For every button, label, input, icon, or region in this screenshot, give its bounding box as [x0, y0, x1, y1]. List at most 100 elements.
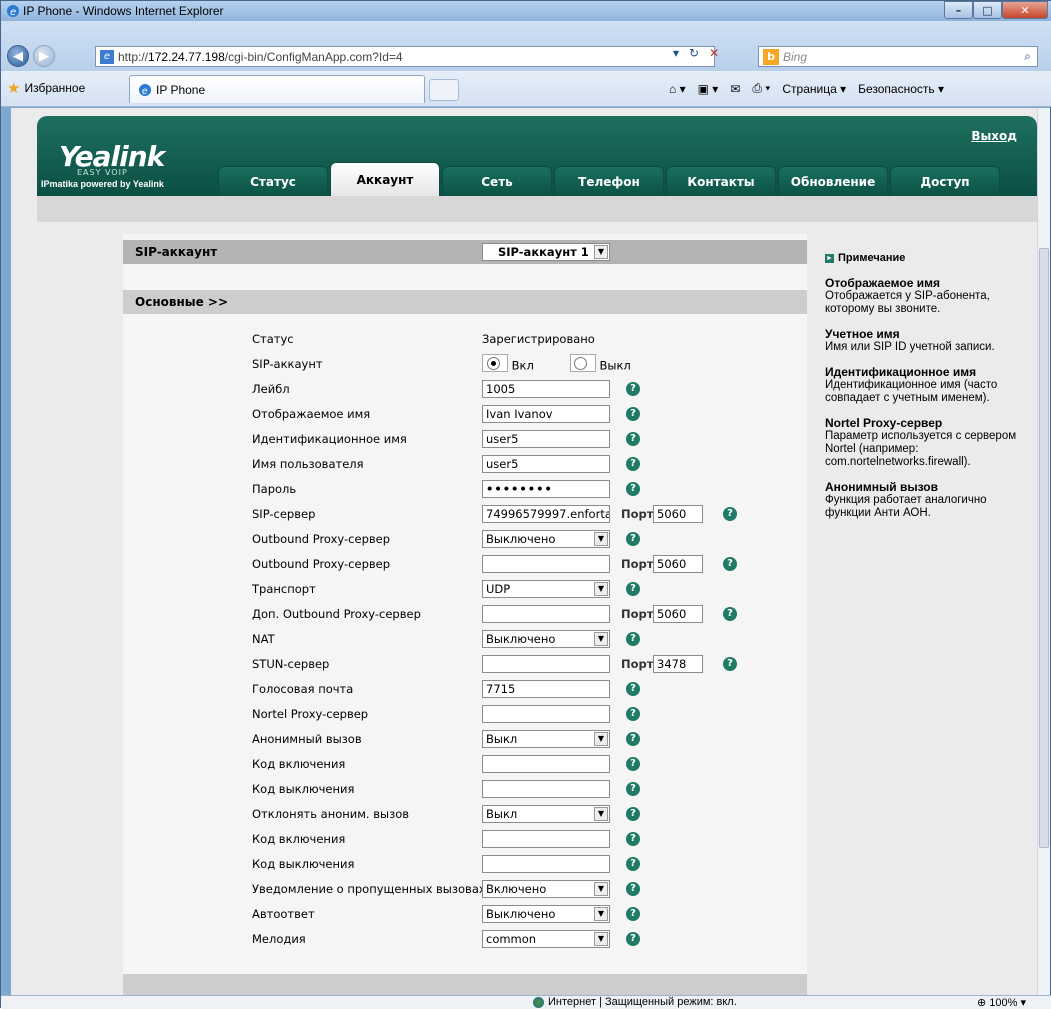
row-nortel: Nortel Proxy-сервер ?: [123, 701, 807, 726]
chevron-down-icon: ▼: [594, 881, 608, 896]
help-icon[interactable]: ?: [626, 381, 640, 396]
help-icon[interactable]: ?: [626, 756, 640, 771]
port-label: Порт: [621, 556, 654, 571]
content-area: SIP-аккаунт SIP-аккаунт 1 ▼ Основные >> …: [37, 222, 1037, 996]
search-box[interactable]: b Bing ⌕: [758, 46, 1038, 67]
security-menu[interactable]: Безопасность ▾: [858, 82, 944, 96]
outbound-enable-select[interactable]: Выключено ▼: [482, 529, 610, 548]
reject-off-code-input[interactable]: [482, 854, 610, 873]
maximize-button[interactable]: □: [973, 1, 1002, 19]
help-icon[interactable]: ?: [723, 506, 737, 521]
label-input[interactable]: 1005: [482, 379, 610, 398]
tab-security[interactable]: Доступ: [890, 166, 1000, 196]
logout-link[interactable]: Выход: [971, 129, 1017, 143]
address-toolbar: ◀ ▶ e http://172.24.77.198/cgi-bin/Confi…: [1, 21, 1051, 71]
username-input[interactable]: user5: [482, 454, 610, 473]
page-menu[interactable]: Страница ▾: [782, 82, 846, 96]
row-auth-name: Идентификационное имя user5 ?: [123, 426, 807, 451]
help-icon[interactable]: ?: [626, 706, 640, 721]
help-icon[interactable]: ?: [723, 656, 737, 671]
browser-tab[interactable]: e IP Phone: [129, 75, 425, 103]
help-icon[interactable]: ?: [626, 856, 640, 871]
mail-icon[interactable]: ✉: [730, 82, 740, 96]
help-icon[interactable]: ?: [626, 806, 640, 821]
tab-contacts[interactable]: Контакты: [666, 166, 776, 196]
anon-off-code-input[interactable]: [482, 779, 610, 798]
main-tabs: Статус Аккаунт Сеть Телефон Контакты Обн…: [218, 162, 1000, 196]
minimize-button[interactable]: –: [944, 1, 973, 19]
tab-phone[interactable]: Телефон: [554, 166, 664, 196]
status-value: Зарегистрировано: [482, 331, 595, 346]
account-select[interactable]: SIP-аккаунт 1 ▼: [482, 243, 610, 261]
help-icon[interactable]: ?: [723, 556, 737, 571]
anon-call-select[interactable]: Выкл ▼: [482, 729, 610, 748]
new-tab-button[interactable]: [429, 79, 459, 101]
help-icon[interactable]: ?: [626, 906, 640, 921]
note-title: Примечание: [838, 252, 906, 264]
help-icon[interactable]: ?: [723, 606, 737, 621]
tab-account[interactable]: Аккаунт: [330, 162, 440, 196]
refresh-icon[interactable]: ↻: [689, 46, 699, 60]
ringtone-select[interactable]: common ▼: [482, 929, 610, 948]
arrow-icon: ►: [825, 254, 834, 263]
radio-on[interactable]: Вкл: [482, 354, 534, 373]
nortel-input[interactable]: [482, 704, 610, 723]
search-icon[interactable]: ⌕: [1024, 49, 1031, 64]
help-icon[interactable]: ?: [626, 631, 640, 646]
outbound-proxy-input[interactable]: [482, 554, 610, 573]
help-icon[interactable]: ?: [626, 881, 640, 896]
print-icon[interactable]: ⎙ ▾: [752, 81, 770, 96]
missed-call-select[interactable]: Включено ▼: [482, 879, 610, 898]
help-icon[interactable]: ?: [626, 831, 640, 846]
field-label: Outbound Proxy-сервер: [252, 531, 391, 546]
tab-status[interactable]: Статус: [218, 166, 328, 196]
zoom-level[interactable]: ⊕ 100% ▾: [977, 996, 1026, 1009]
auth-name-input[interactable]: user5: [482, 429, 610, 448]
help-icon[interactable]: ?: [626, 456, 640, 471]
help-icon[interactable]: ?: [626, 406, 640, 421]
tab-network[interactable]: Сеть: [442, 166, 552, 196]
reject-anon-select[interactable]: Выкл ▼: [482, 804, 610, 823]
address-bar[interactable]: e http://172.24.77.198/cgi-bin/ConfigMan…: [95, 46, 715, 67]
chevron-down-icon: ▼: [594, 906, 608, 921]
anon-on-code-input[interactable]: [482, 754, 610, 773]
reject-on-code-input[interactable]: [482, 829, 610, 848]
favorites-label: Избранное: [24, 81, 86, 95]
favorites-button[interactable]: ★ Избранное: [7, 79, 85, 97]
close-button[interactable]: ✕: [1002, 1, 1048, 19]
help-icon[interactable]: ?: [626, 581, 640, 596]
transport-select[interactable]: UDP ▼: [482, 579, 610, 598]
password-input[interactable]: ••••••••: [482, 479, 610, 498]
help-icon[interactable]: ?: [626, 731, 640, 746]
stun-input[interactable]: [482, 654, 610, 673]
dropdown-icon[interactable]: ▾: [673, 46, 679, 60]
security-zone[interactable]: Интернет | Защищенный режим: вкл.: [533, 996, 737, 1008]
help-icon[interactable]: ?: [626, 681, 640, 696]
stop-icon[interactable]: ✕: [709, 46, 719, 60]
help-icon[interactable]: ?: [626, 481, 640, 496]
help-icon[interactable]: ?: [626, 931, 640, 946]
backup-outbound-port-input[interactable]: 5060: [653, 604, 703, 623]
forward-button[interactable]: ▶: [33, 45, 55, 67]
back-button[interactable]: ◀: [7, 45, 29, 67]
tab-upgrade[interactable]: Обновление: [778, 166, 888, 196]
display-name-input[interactable]: Ivan Ivanov: [482, 404, 610, 423]
vertical-scrollbar[interactable]: [1037, 108, 1050, 996]
home-icon[interactable]: ⌂ ▾: [669, 82, 686, 96]
chevron-down-icon: ▼: [594, 631, 608, 646]
help-icon[interactable]: ?: [626, 531, 640, 546]
outbound-port-input[interactable]: 5060: [653, 554, 703, 573]
help-icon[interactable]: ?: [626, 431, 640, 446]
feeds-icon[interactable]: ▣ ▾: [698, 82, 719, 96]
auto-answer-select[interactable]: Выключено ▼: [482, 904, 610, 923]
subsection-header[interactable]: Основные >>: [123, 290, 807, 314]
backup-outbound-input[interactable]: [482, 604, 610, 623]
scrollbar-thumb[interactable]: [1039, 248, 1049, 848]
radio-off[interactable]: Выкл: [569, 354, 631, 373]
nat-select[interactable]: Выключено ▼: [482, 629, 610, 648]
voicemail-input[interactable]: 7715: [482, 679, 610, 698]
help-icon[interactable]: ?: [626, 781, 640, 796]
sip-server-input[interactable]: 74996579997.enforta.: [482, 504, 610, 523]
stun-port-input[interactable]: 3478: [653, 654, 703, 673]
sip-server-port-input[interactable]: 5060: [653, 504, 703, 523]
